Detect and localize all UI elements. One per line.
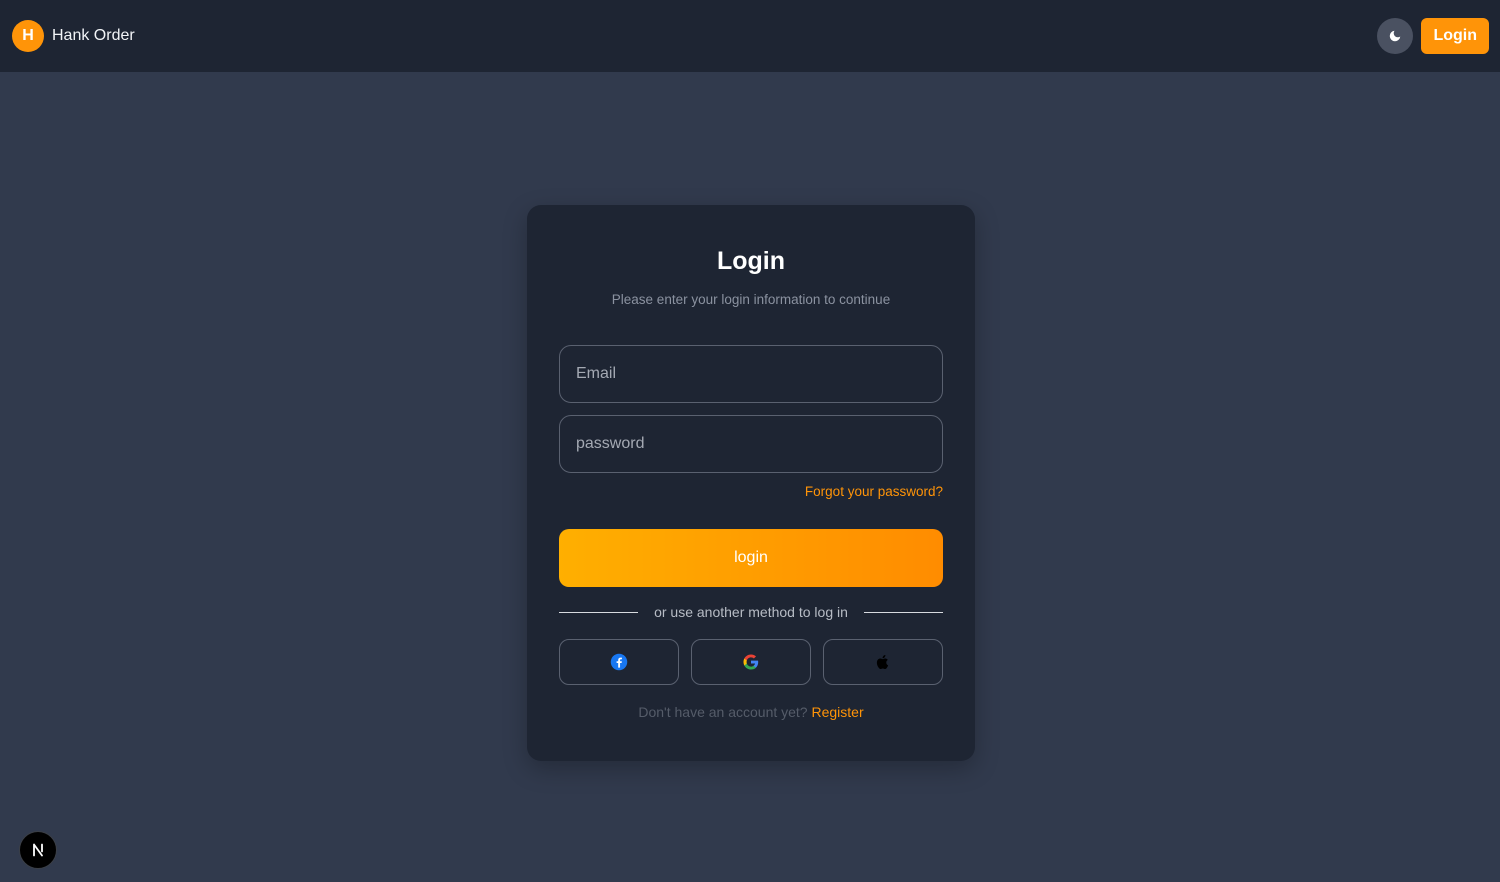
register-link[interactable]: Register <box>811 704 863 720</box>
register-prompt: Don't have an account yet? Register <box>527 704 975 720</box>
apple-icon <box>876 655 889 669</box>
nextjs-icon <box>33 843 43 857</box>
top-navbar: H Hank Order Login <box>0 0 1500 72</box>
no-account-text: Don't have an account yet? <box>638 704 808 720</box>
login-subtitle: Please enter your login information to c… <box>611 292 891 307</box>
login-title: Login <box>716 247 786 275</box>
moon-icon <box>1390 30 1401 42</box>
brand-logo: H <box>12 20 44 52</box>
password-field[interactable] <box>559 415 943 473</box>
brand[interactable]: H Hank Order <box>12 20 135 52</box>
social-login-row <box>559 639 943 685</box>
header-login-button[interactable]: Login <box>1421 18 1489 54</box>
theme-toggle-button[interactable] <box>1377 18 1414 54</box>
forgot-password-link[interactable]: Forgot your password? <box>805 484 943 499</box>
divider-line-left <box>559 611 638 613</box>
login-card: Login Please enter your login informatio… <box>527 205 975 761</box>
google-login-button[interactable] <box>691 639 811 685</box>
alt-login-divider: or use another method to log in <box>559 604 943 620</box>
divider-text: or use another method to log in <box>654 604 848 620</box>
facebook-login-button[interactable] <box>559 639 679 685</box>
apple-login-button[interactable] <box>823 639 943 685</box>
nextjs-dev-badge[interactable] <box>19 831 57 869</box>
header-actions: Login <box>1377 18 1489 54</box>
facebook-icon <box>610 653 628 671</box>
login-submit-button[interactable]: login <box>559 529 943 587</box>
brand-name: Hank Order <box>52 27 135 44</box>
divider-line-right <box>863 611 943 613</box>
google-icon <box>743 654 759 670</box>
email-field[interactable] <box>559 345 943 403</box>
